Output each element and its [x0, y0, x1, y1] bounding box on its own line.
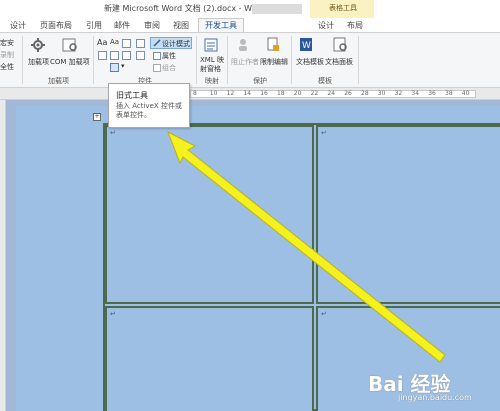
watermark-url: jingyan.baidu.com — [398, 393, 472, 402]
annotation-arrow — [167, 130, 446, 363]
